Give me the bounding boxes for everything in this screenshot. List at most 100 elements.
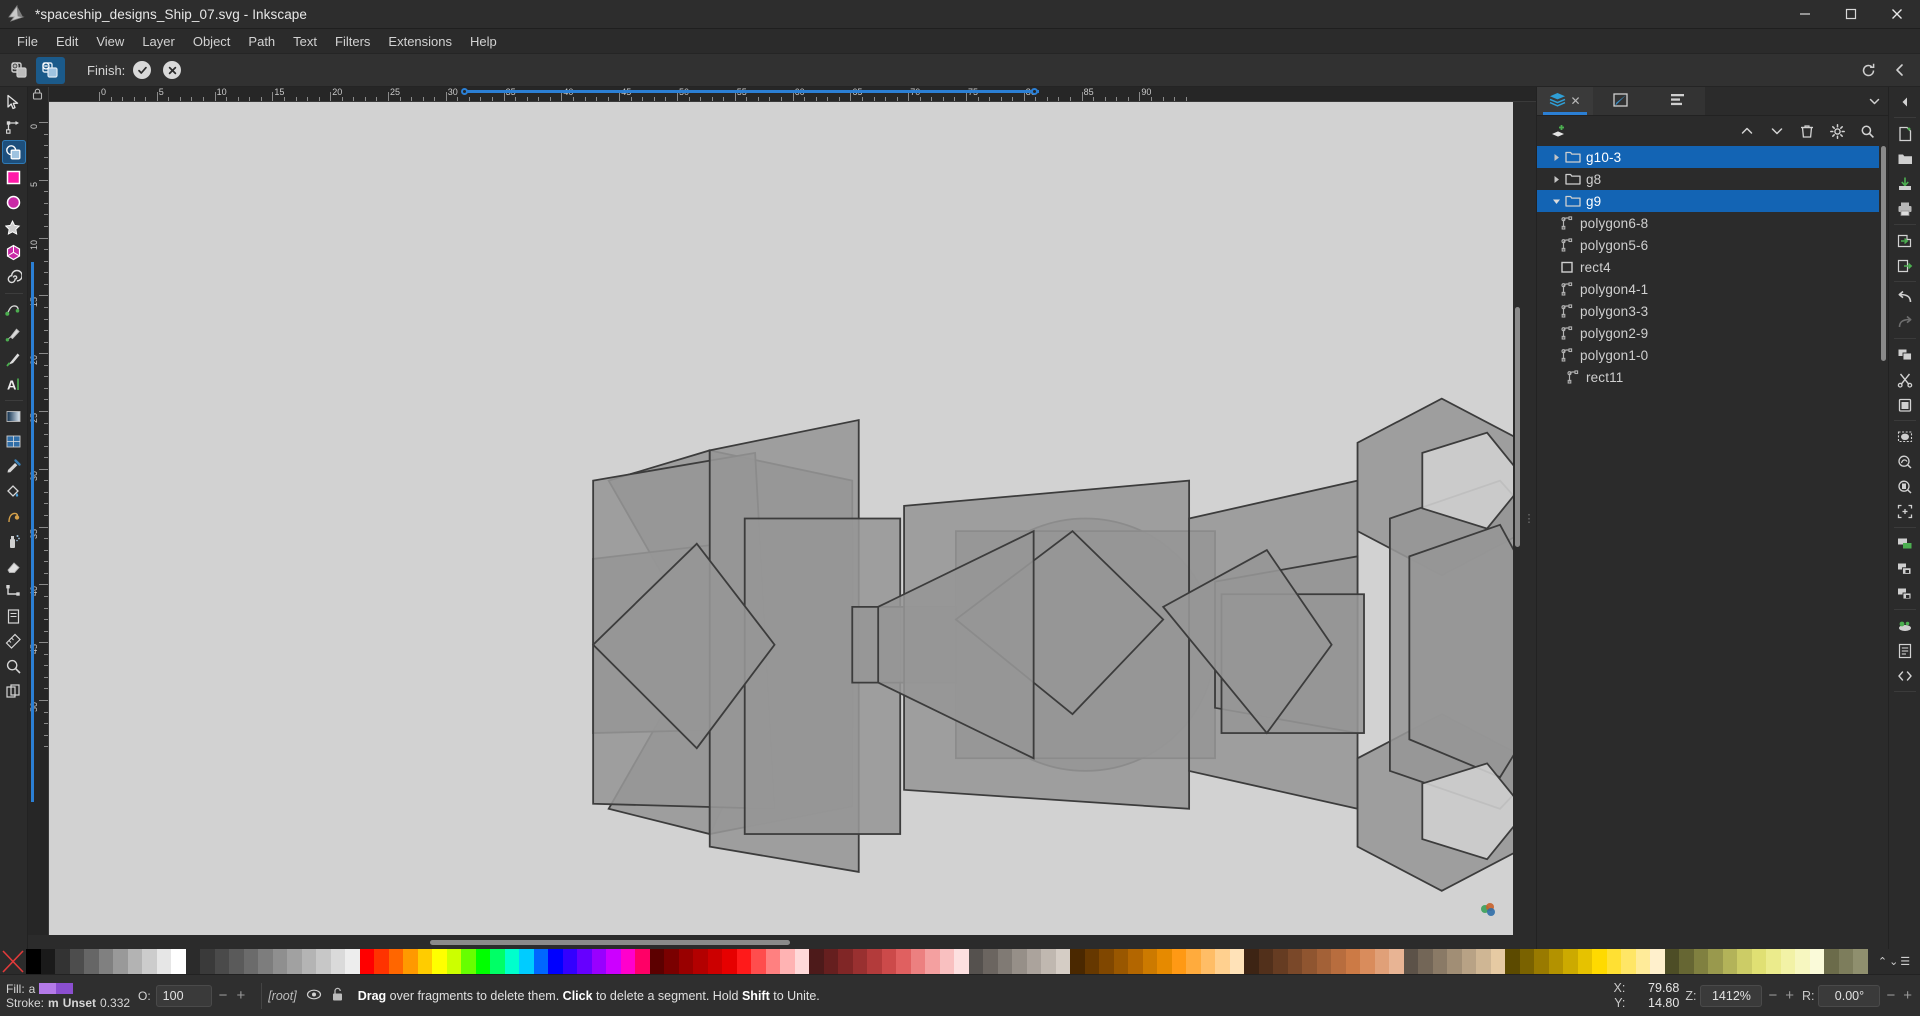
palette-swatch[interactable] bbox=[1331, 949, 1346, 974]
pen-tool[interactable] bbox=[2, 322, 26, 346]
palette-swatch[interactable] bbox=[852, 949, 867, 974]
menu-edit[interactable]: Edit bbox=[47, 31, 87, 52]
palette-swatch[interactable] bbox=[1519, 949, 1534, 974]
palette-swatch[interactable] bbox=[475, 949, 490, 974]
palette-swatch[interactable] bbox=[780, 949, 795, 974]
fill-color-chip[interactable] bbox=[39, 983, 74, 994]
search-objects-button[interactable] bbox=[1854, 119, 1880, 143]
dropper-tool[interactable] bbox=[2, 454, 26, 478]
zoom-decrease-button[interactable]: − bbox=[1766, 987, 1779, 1004]
palette-swatch[interactable] bbox=[1287, 949, 1302, 974]
delete-object-button[interactable] bbox=[1794, 119, 1820, 143]
star-tool[interactable] bbox=[2, 215, 26, 239]
palette-swatch[interactable] bbox=[1679, 949, 1694, 974]
palette-swatch[interactable] bbox=[316, 949, 331, 974]
palette-swatch[interactable] bbox=[1693, 949, 1708, 974]
lock-guides-icon[interactable] bbox=[32, 88, 43, 103]
3dbox-tool[interactable] bbox=[2, 240, 26, 264]
opacity-control[interactable]: O: 100 − + bbox=[130, 984, 255, 1007]
palette-swatch[interactable] bbox=[1186, 949, 1201, 974]
rotation-increase-button[interactable]: + bbox=[1901, 987, 1914, 1004]
accept-button[interactable] bbox=[133, 61, 152, 79]
palette-swatch[interactable] bbox=[1041, 949, 1056, 974]
layer-settings-button[interactable] bbox=[1824, 119, 1850, 143]
palette-swatch[interactable] bbox=[243, 949, 258, 974]
calligraphy-tool[interactable] bbox=[2, 347, 26, 371]
palette-swatch[interactable] bbox=[1476, 949, 1491, 974]
palette-swatch[interactable] bbox=[1418, 949, 1433, 974]
palette-swatch[interactable] bbox=[1650, 949, 1665, 974]
object-row-g9[interactable]: g9 bbox=[1537, 190, 1879, 212]
palette-swatch[interactable] bbox=[1229, 949, 1244, 974]
palette-swatch[interactable] bbox=[867, 949, 882, 974]
palette-swatch[interactable] bbox=[1548, 949, 1563, 974]
import-button[interactable] bbox=[1892, 228, 1918, 253]
menu-extensions[interactable]: Extensions bbox=[379, 31, 461, 52]
palette-swatches[interactable] bbox=[26, 949, 1868, 974]
palette-swatch[interactable] bbox=[98, 949, 113, 974]
object-row-g10-3[interactable]: g10-3 bbox=[1537, 146, 1879, 168]
none-swatch[interactable] bbox=[0, 949, 26, 974]
palette-swatch[interactable] bbox=[461, 949, 476, 974]
palette-swatch[interactable] bbox=[229, 949, 244, 974]
dock-collapse-button[interactable] bbox=[1860, 87, 1888, 115]
palette-swatch[interactable] bbox=[519, 949, 534, 974]
palette-swatch[interactable] bbox=[983, 949, 998, 974]
palette-swatch[interactable] bbox=[823, 949, 838, 974]
lpe-tool[interactable] bbox=[2, 604, 26, 628]
object-row-polygon3-3[interactable]: polygon3-3 bbox=[1537, 300, 1879, 322]
palette-swatch[interactable] bbox=[1316, 949, 1331, 974]
palette-swatch[interactable] bbox=[678, 949, 693, 974]
layer-indicator[interactable]: [root] bbox=[268, 987, 344, 1005]
zoom-tool[interactable] bbox=[2, 654, 26, 678]
preferences-button[interactable] bbox=[1892, 613, 1918, 638]
zoom-input[interactable]: 1412% bbox=[1700, 984, 1763, 1007]
fill-row[interactable]: Fill: a bbox=[6, 982, 130, 996]
object-row-polygon4-1[interactable]: polygon4-1 bbox=[1537, 278, 1879, 300]
palette-swatch[interactable] bbox=[1099, 949, 1114, 974]
zoom-increase-button[interactable]: + bbox=[1783, 987, 1796, 1004]
vertical-scroll-thumb[interactable] bbox=[1515, 307, 1520, 547]
palette-swatch[interactable] bbox=[1026, 949, 1041, 974]
opacity-decrease-button[interactable]: − bbox=[217, 987, 230, 1004]
zoom-fit-button[interactable] bbox=[1892, 499, 1918, 524]
palette-swatch[interactable] bbox=[287, 949, 302, 974]
spaceship-artwork[interactable] bbox=[49, 102, 1513, 935]
opacity-input[interactable]: 100 bbox=[155, 984, 212, 1007]
menu-view[interactable]: View bbox=[87, 31, 133, 52]
palette-swatch[interactable] bbox=[1563, 949, 1578, 974]
cancel-button[interactable] bbox=[163, 61, 182, 79]
builder-delete-mode-button[interactable] bbox=[36, 56, 65, 84]
text-tool[interactable]: A bbox=[2, 372, 26, 396]
horizontal-scroll-thumb[interactable] bbox=[430, 939, 790, 945]
palette-swatch[interactable] bbox=[693, 949, 708, 974]
palette-swatch[interactable] bbox=[1505, 949, 1520, 974]
palette-swatch[interactable] bbox=[1780, 949, 1795, 974]
palette-swatch[interactable] bbox=[751, 949, 766, 974]
object-row-polygon1-0[interactable]: polygon1-0 bbox=[1537, 344, 1879, 366]
palette-swatch[interactable] bbox=[388, 949, 403, 974]
menu-path[interactable]: Path bbox=[239, 31, 284, 52]
rotation-input[interactable]: 0.00° bbox=[1818, 984, 1881, 1007]
document-properties-button[interactable] bbox=[1892, 638, 1918, 663]
palette-swatch[interactable] bbox=[896, 949, 911, 974]
palette-swatch[interactable] bbox=[664, 949, 679, 974]
palette-swatch[interactable] bbox=[1577, 949, 1592, 974]
palette-swatch[interactable] bbox=[881, 949, 896, 974]
palette-swatch[interactable] bbox=[113, 949, 128, 974]
palette-swatch[interactable] bbox=[142, 949, 157, 974]
menu-file[interactable]: File bbox=[8, 31, 47, 52]
cut-button[interactable] bbox=[1892, 367, 1918, 392]
canvas-viewport[interactable] bbox=[49, 102, 1522, 935]
palette-swatch[interactable] bbox=[1664, 949, 1679, 974]
spray-tool[interactable] bbox=[2, 529, 26, 553]
rotation-control[interactable]: R: 0.00° − + bbox=[1802, 984, 1914, 1007]
palette-swatch[interactable] bbox=[214, 949, 229, 974]
palette-swatch[interactable] bbox=[1142, 949, 1157, 974]
palette-menu-icon[interactable]: ☰ bbox=[1900, 955, 1910, 968]
palette-swatch[interactable] bbox=[707, 949, 722, 974]
palette-swatch[interactable] bbox=[1273, 949, 1288, 974]
palette-swatch[interactable] bbox=[1432, 949, 1447, 974]
gradient-tool[interactable] bbox=[2, 404, 26, 428]
palette-swatch[interactable] bbox=[40, 949, 55, 974]
